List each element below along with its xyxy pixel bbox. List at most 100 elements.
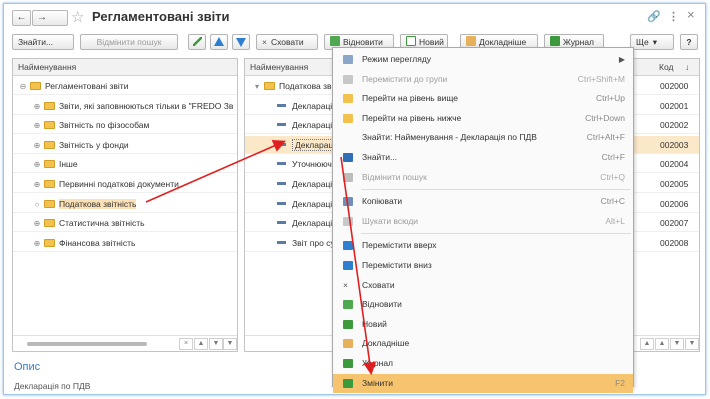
menu-item[interactable]: Знайти: Найменування - Декларація по ПДВ… <box>333 128 633 147</box>
menu-item-label: Журнал <box>362 358 394 368</box>
expand-icon[interactable]: ⊕ <box>33 98 41 116</box>
document-icon <box>277 142 286 146</box>
move-to-group-icon <box>343 74 353 84</box>
code-cell[interactable]: 002005 <box>657 175 699 193</box>
horizontal-scrollbar[interactable]: × ▲ ▼ ▼ <box>13 335 237 351</box>
code-cell[interactable]: 002007 <box>657 214 699 233</box>
menu-item[interactable]: Режим перегляду ▶ <box>333 50 633 69</box>
menu-separator <box>361 189 631 191</box>
find-button[interactable]: Знайти... <box>12 34 74 50</box>
scroll-up-icon[interactable]: ▲ <box>655 338 669 350</box>
menu-item[interactable]: Відмінити пошук Ctrl+Q <box>333 168 633 187</box>
list-item-label: Декларація <box>292 120 337 131</box>
menu-item[interactable]: Змінити F2 <box>333 373 633 393</box>
menu-item-label: Перейти на рівень нижче <box>362 112 462 123</box>
forward-button[interactable]: → <box>32 10 68 26</box>
code-header[interactable]: Код <box>659 59 673 75</box>
code-cell[interactable]: 002008 <box>657 234 699 252</box>
tree-item[interactable]: ⊕ Первинні податкові документи <box>13 175 237 193</box>
menu-item[interactable]: Копіювати Ctrl+C <box>333 192 633 211</box>
menu-separator <box>361 233 631 235</box>
tree-item[interactable]: ⊕ Статистична звітність <box>13 214 237 233</box>
folder-icon <box>264 82 275 90</box>
expand-icon[interactable]: ⊕ <box>33 117 41 135</box>
expand-icon[interactable]: ⊕ <box>33 156 41 174</box>
sort-desc-icon: ↓ <box>685 62 690 72</box>
menu-item[interactable]: Відновити <box>333 295 633 314</box>
menu-item-label: Режим перегляду <box>362 54 432 64</box>
description-title[interactable]: Опис <box>14 361 40 373</box>
code-cell[interactable]: 002000 <box>657 77 699 95</box>
expand-icon[interactable]: ⊕ <box>33 176 41 194</box>
menu-item[interactable]: Знайти... Ctrl+F <box>333 148 633 167</box>
list-item-label: Декларація <box>292 198 337 209</box>
move-up-button[interactable] <box>210 34 228 50</box>
scroll-end-icon[interactable]: ▼ <box>685 338 699 350</box>
document-icon <box>277 182 286 185</box>
search-everywhere-icon <box>343 216 353 226</box>
code-cell[interactable]: 002004 <box>657 155 699 174</box>
expand-icon[interactable]: ⊕ <box>33 137 41 155</box>
list-item-label: Декларація <box>292 100 337 111</box>
menu-item-label: Відмінити пошук <box>362 171 427 182</box>
collapse-arrow-icon[interactable]: ▾ <box>253 78 261 96</box>
expand-icon[interactable]: ⊕ <box>33 235 41 253</box>
menu-shortcut: Alt+L <box>605 215 625 226</box>
menu-item[interactable]: × Сховати <box>333 276 633 295</box>
menu-item[interactable]: Шукати всюди Alt+L <box>333 212 633 231</box>
context-menu: Режим перегляду ▶ Перемістити до групи Ctrl… <box>332 47 634 393</box>
scroll-thumb[interactable] <box>27 342 147 346</box>
code-cell[interactable]: 002003 <box>657 135 699 154</box>
list-item-label: Декларація <box>292 218 337 229</box>
back-button[interactable]: ← <box>12 10 31 26</box>
menu-item-label: Перемістити вверх <box>362 240 437 251</box>
scroll-collapse-icon[interactable]: × <box>179 338 193 350</box>
help-button[interactable]: ? <box>680 34 698 50</box>
scroll-top-icon[interactable]: ▲ <box>194 338 208 350</box>
scroll-down-icon[interactable]: ▼ <box>209 338 223 350</box>
menu-item[interactable]: Перейти на рівень вище Ctrl+Up <box>333 89 633 108</box>
code-cell[interactable]: 002001 <box>657 97 699 115</box>
tree-item[interactable]: ⊕ Звітність по фізособам <box>13 116 237 135</box>
more-icon[interactable]: ⋮ <box>668 10 679 23</box>
tree-item[interactable]: ○ Податкова звітність <box>13 195 237 213</box>
hide-button[interactable]: × Сховати <box>256 34 318 50</box>
favorite-star-icon[interactable]: ☆ <box>71 8 84 26</box>
menu-item[interactable]: Перемістити до групи Ctrl+Shift+M <box>333 70 633 89</box>
details-label: Докладніше <box>479 37 527 47</box>
new-doc-icon <box>406 36 416 46</box>
code-cell[interactable]: 002002 <box>657 116 699 135</box>
groups-column-header[interactable]: Найменування <box>13 59 237 76</box>
menu-item[interactable]: Перемістити вниз <box>333 256 633 275</box>
list-item-label: Уточнюючи <box>292 159 337 170</box>
tree-item[interactable]: ⊕ Інше <box>13 155 237 174</box>
expand-icon[interactable]: ○ <box>33 196 41 214</box>
tree-item[interactable]: ⊖ Регламентовані звіти <box>13 77 237 95</box>
tree-item[interactable]: ⊕ Звітність у фонди <box>13 136 237 154</box>
search-icon <box>343 153 353 162</box>
link-icon[interactable]: 🔗 <box>647 10 661 23</box>
menu-item[interactable]: Докладніше <box>333 334 633 353</box>
close-icon[interactable]: × <box>687 7 695 22</box>
tree-item[interactable]: ⊕ Звіти, які заповнюються тільки в "FREDO… <box>13 97 237 115</box>
menu-item-label: Перемістити вниз <box>362 260 432 270</box>
edit-button[interactable] <box>188 34 206 50</box>
menu-item[interactable]: Перейти на рівень нижче Ctrl+Down <box>333 109 633 128</box>
move-down-button[interactable] <box>232 34 250 50</box>
menu-item[interactable]: Новий <box>333 315 633 334</box>
scroll-end-icon[interactable]: ▼ <box>223 338 237 350</box>
collapse-icon[interactable]: ⊖ <box>19 78 27 96</box>
menu-item[interactable]: Журнал <box>333 354 633 373</box>
expand-icon[interactable]: ⊕ <box>33 215 41 233</box>
more-actions-button[interactable]: Ще ▾ <box>630 34 674 50</box>
tree-item[interactable]: ⊕ Фінансова звітність <box>13 234 237 252</box>
cancel-search-button[interactable]: Відмінити пошук <box>80 34 178 50</box>
menu-item[interactable]: Перемістити вверх <box>333 236 633 255</box>
scroll-down-icon[interactable]: ▼ <box>670 338 684 350</box>
copy-icon <box>343 197 353 207</box>
menu-item-label: Шукати всюди <box>362 215 419 226</box>
menu-item-label: Змінити <box>362 377 393 388</box>
cancel-search-icon <box>343 172 353 182</box>
code-cell[interactable]: 002006 <box>657 195 699 213</box>
scroll-top-icon[interactable]: ▲ <box>640 338 654 350</box>
